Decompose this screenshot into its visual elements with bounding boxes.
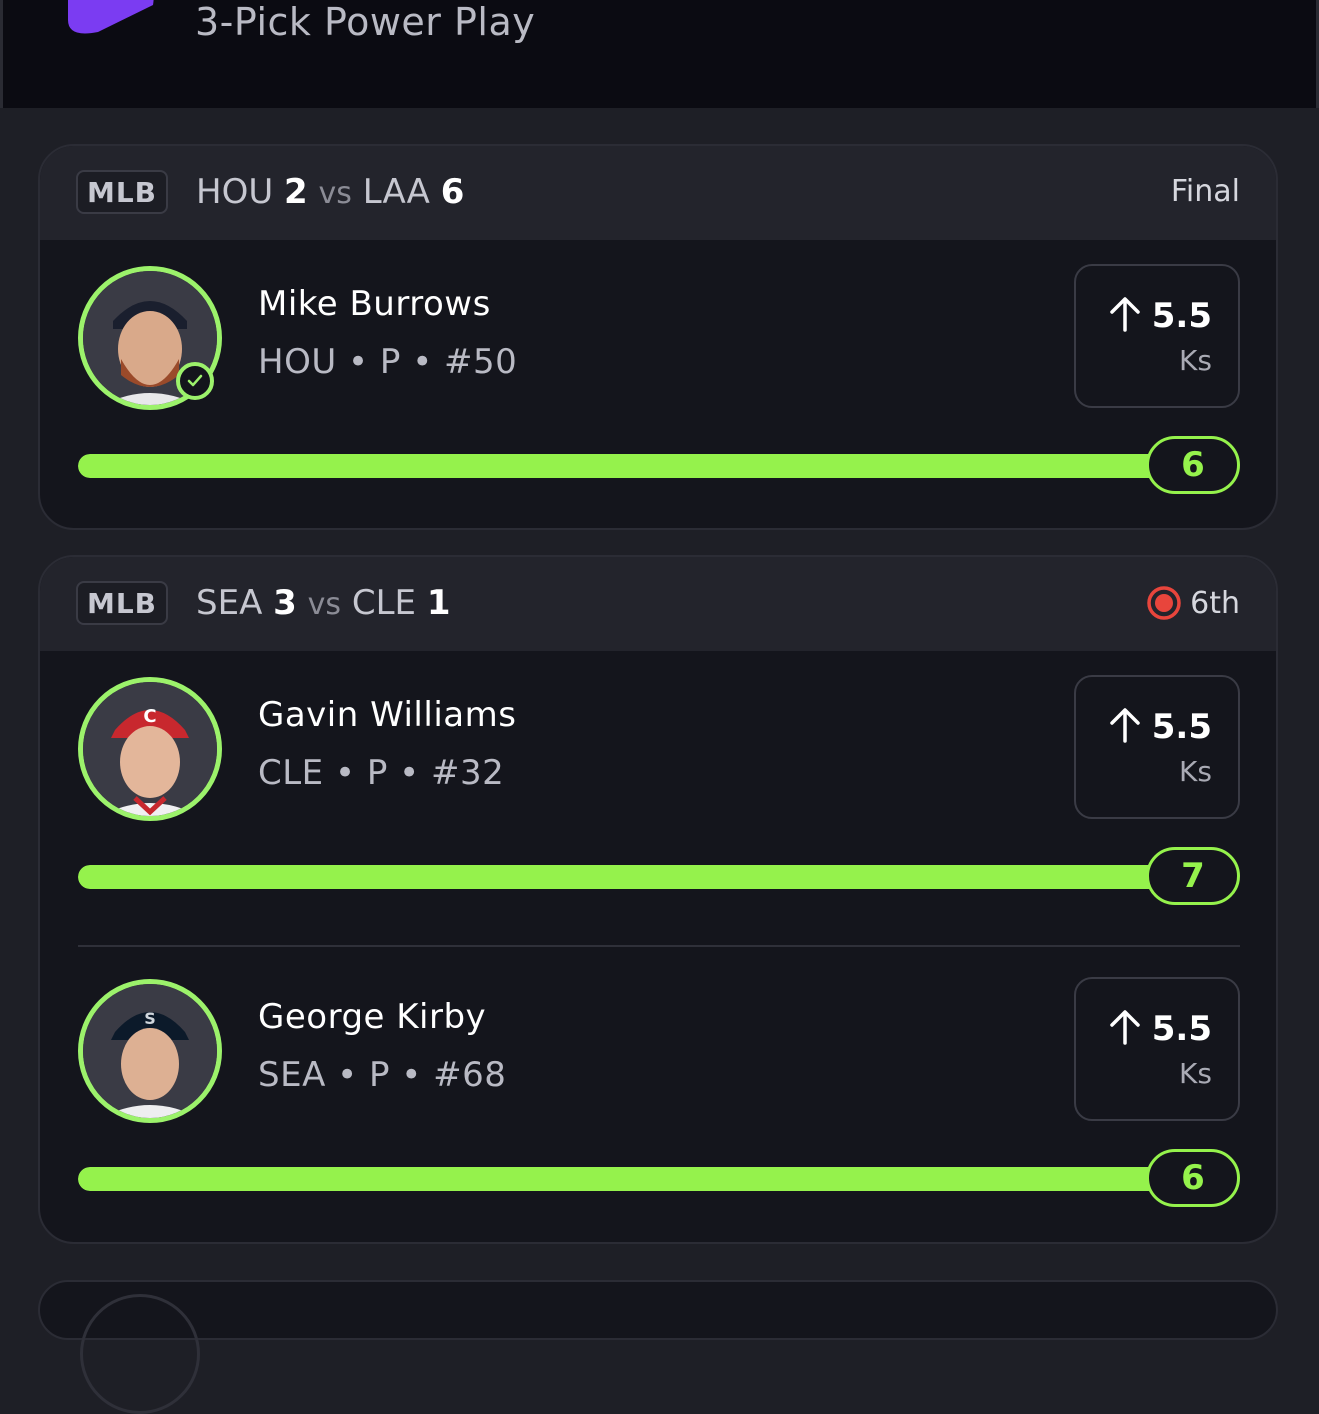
away-team: HOU xyxy=(196,172,274,212)
player-info: SEA • P • #68 xyxy=(258,1055,507,1095)
status-text: 6th xyxy=(1190,585,1240,621)
player-headshot-icon: S xyxy=(83,984,217,1118)
player-pick[interactable]: C Gavin Williams CLE • P • #32 5.5 Ks 7 xyxy=(40,651,1276,941)
player-name: George Kirby xyxy=(258,997,487,1037)
player-info: HOU • P • #50 xyxy=(258,342,518,382)
live-indicator-icon xyxy=(1147,586,1181,620)
game-status: Final xyxy=(1171,174,1240,209)
result-value: 6 xyxy=(1146,436,1240,494)
check-icon xyxy=(176,362,214,400)
player-name: Gavin Williams xyxy=(258,695,517,735)
arrow-up-icon xyxy=(1110,708,1140,743)
line-stat: Ks xyxy=(1179,1057,1212,1090)
pick-line-box[interactable]: 5.5 Ks xyxy=(1074,977,1240,1121)
home-team: LAA xyxy=(362,172,430,212)
header-bar: 3-Pick Power Play xyxy=(0,0,1319,108)
progress-fill xyxy=(78,865,1208,889)
game-card[interactable]: MLB HOU 2 vs LAA 6 Final Mike Burrows HO… xyxy=(38,144,1278,530)
game-header: MLB HOU 2 vs LAA 6 Final xyxy=(40,146,1276,240)
result-value: 6 xyxy=(1146,1149,1240,1207)
pick-line-box[interactable]: 5.5 Ks xyxy=(1074,264,1240,408)
svg-text:S: S xyxy=(144,1009,156,1028)
league-badge: MLB xyxy=(76,581,168,625)
line-stat: Ks xyxy=(1179,344,1212,377)
app-logo-icon xyxy=(68,0,154,34)
arrow-up-icon xyxy=(1110,297,1140,332)
player-headshot-icon: C xyxy=(83,682,217,816)
progress-bar xyxy=(78,1167,1208,1191)
line-value: 5.5 xyxy=(1151,1009,1212,1049)
player-pick[interactable]: S George Kirby SEA • P • #68 5.5 Ks 6 xyxy=(40,953,1276,1242)
player-pick[interactable]: Mike Burrows HOU • P • #50 5.5 Ks 6 xyxy=(40,240,1276,528)
matchup-score: HOU 2 vs LAA 6 xyxy=(196,168,464,218)
league-badge: MLB xyxy=(76,170,168,214)
game-card[interactable] xyxy=(38,1280,1278,1414)
game-header: MLB SEA 3 vs CLE 1 6th xyxy=(40,557,1276,651)
line-stat: Ks xyxy=(1179,755,1212,788)
arrow-up-icon xyxy=(1110,1010,1140,1045)
home-score: 6 xyxy=(440,172,465,212)
player-name: Mike Burrows xyxy=(258,284,491,324)
page-title: 3-Pick Power Play xyxy=(195,0,536,44)
player-avatar xyxy=(80,1294,200,1414)
pick-line-box[interactable]: 5.5 Ks xyxy=(1074,675,1240,819)
home-team: CLE xyxy=(351,583,416,623)
progress-fill xyxy=(78,454,1208,478)
away-score: 3 xyxy=(273,583,297,623)
game-status: 6th xyxy=(1146,585,1240,621)
away-score: 2 xyxy=(284,172,308,212)
home-score: 1 xyxy=(426,583,451,623)
player-info: CLE • P • #32 xyxy=(258,753,505,793)
header-edge xyxy=(0,0,3,108)
away-team: SEA xyxy=(196,583,263,623)
vs-label: vs xyxy=(307,587,342,622)
matchup-score: SEA 3 vs CLE 1 xyxy=(196,579,450,629)
svg-text:C: C xyxy=(143,706,156,727)
player-avatar: S xyxy=(78,979,222,1123)
result-value: 7 xyxy=(1146,847,1240,905)
game-card[interactable]: MLB SEA 3 vs CLE 1 6th C Gavin Williams … xyxy=(38,555,1278,1244)
progress-bar xyxy=(78,454,1208,478)
divider xyxy=(78,945,1240,947)
progress-fill xyxy=(78,1167,1208,1191)
line-value: 5.5 xyxy=(1151,296,1212,336)
player-avatar: C xyxy=(78,677,222,821)
status-text: Final xyxy=(1170,174,1240,209)
vs-label: vs xyxy=(318,176,352,211)
progress-bar xyxy=(78,865,1208,889)
line-value: 5.5 xyxy=(1151,707,1212,747)
